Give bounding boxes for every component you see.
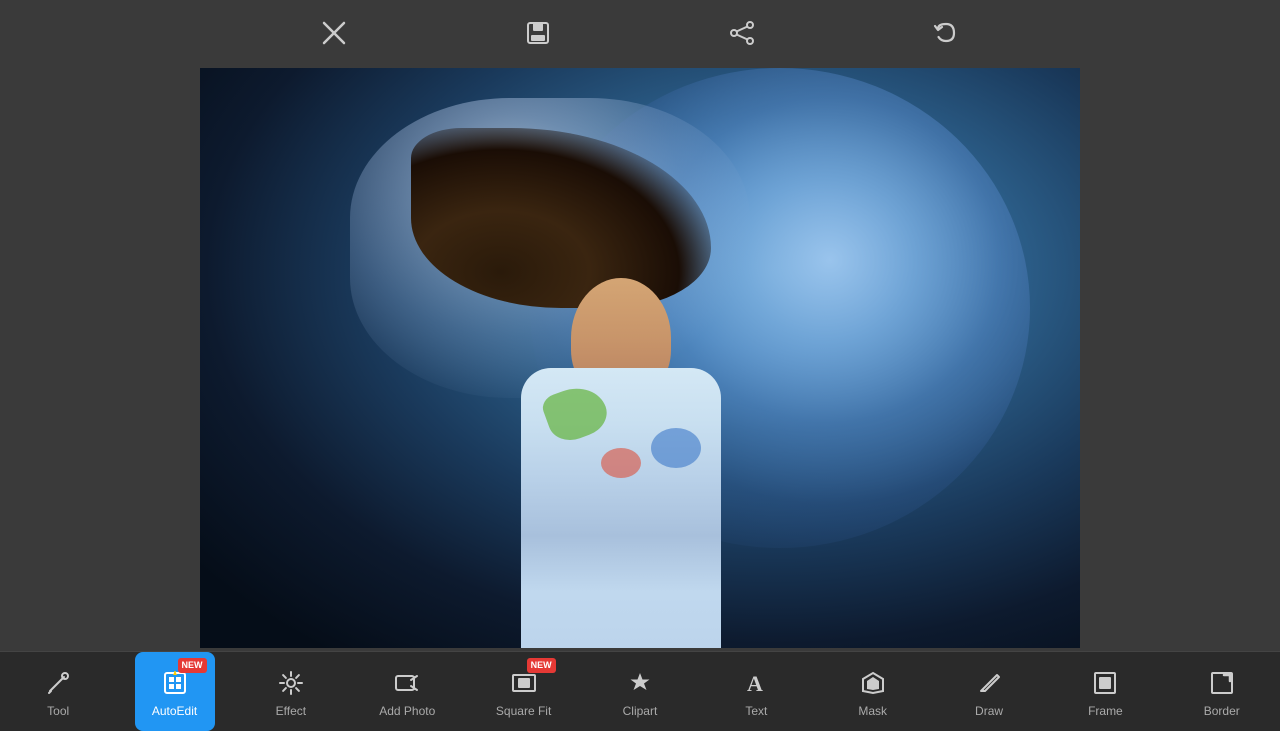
- border-icon: [1205, 666, 1239, 700]
- draw-icon: [972, 666, 1006, 700]
- close-button[interactable]: [312, 11, 356, 55]
- effect-icon: [274, 666, 308, 700]
- border-label: Border: [1204, 704, 1240, 718]
- person-body: [521, 368, 721, 648]
- close-icon: [320, 19, 348, 47]
- tool-item-draw[interactable]: Draw: [949, 652, 1029, 731]
- shirt-blue-spot: [651, 428, 701, 468]
- squarefit-new-badge: NEW: [527, 658, 556, 673]
- mask-label: Mask: [858, 704, 887, 718]
- mask-icon: [856, 666, 890, 700]
- add-photo-label: Add Photo: [379, 704, 435, 718]
- square-fit-label: Square Fit: [496, 704, 551, 718]
- tool-item-text[interactable]: A Text: [716, 652, 796, 731]
- bottom-toolbar: Tool NEW AutoEdit: [0, 651, 1280, 731]
- clipart-label: Clipart: [623, 704, 658, 718]
- person-figure: [431, 128, 811, 648]
- photo-background: [200, 68, 1080, 648]
- tool-icon: [41, 666, 75, 700]
- tool-item-tool[interactable]: Tool: [18, 652, 98, 731]
- save-icon: [524, 19, 552, 47]
- shirt-green-spot: [539, 379, 612, 447]
- tool-item-clipart[interactable]: Clipart: [600, 652, 680, 731]
- tool-item-add-photo[interactable]: Add Photo: [367, 652, 447, 731]
- draw-label: Draw: [975, 704, 1003, 718]
- tool-item-mask[interactable]: Mask: [833, 652, 913, 731]
- photo-container: [200, 68, 1080, 648]
- add-photo-icon: [390, 666, 424, 700]
- text-icon: A: [739, 666, 773, 700]
- tool-item-autoedit[interactable]: NEW AutoEdit: [135, 652, 215, 731]
- undo-icon: [932, 19, 960, 47]
- top-toolbar: [0, 0, 1280, 65]
- share-icon: [728, 19, 756, 47]
- share-button[interactable]: [720, 11, 764, 55]
- hair: [411, 128, 711, 308]
- tool-item-effect[interactable]: Effect: [251, 652, 331, 731]
- text-label: Text: [745, 704, 767, 718]
- frame-label: Frame: [1088, 704, 1123, 718]
- tool-label: Tool: [47, 704, 69, 718]
- tool-item-border[interactable]: Border: [1182, 652, 1262, 731]
- tool-item-square-fit[interactable]: NEW Square Fit: [484, 652, 564, 731]
- undo-button[interactable]: [924, 11, 968, 55]
- tool-item-frame[interactable]: Frame: [1065, 652, 1145, 731]
- save-button[interactable]: [516, 11, 560, 55]
- autoedit-new-badge: NEW: [178, 658, 207, 673]
- shirt-red-spot: [601, 448, 641, 478]
- autoedit-label: AutoEdit: [152, 704, 197, 718]
- main-canvas: [0, 65, 1280, 651]
- frame-icon: [1088, 666, 1122, 700]
- svg-text:A: A: [747, 671, 763, 696]
- effect-label: Effect: [276, 704, 306, 718]
- clipart-icon: [623, 666, 657, 700]
